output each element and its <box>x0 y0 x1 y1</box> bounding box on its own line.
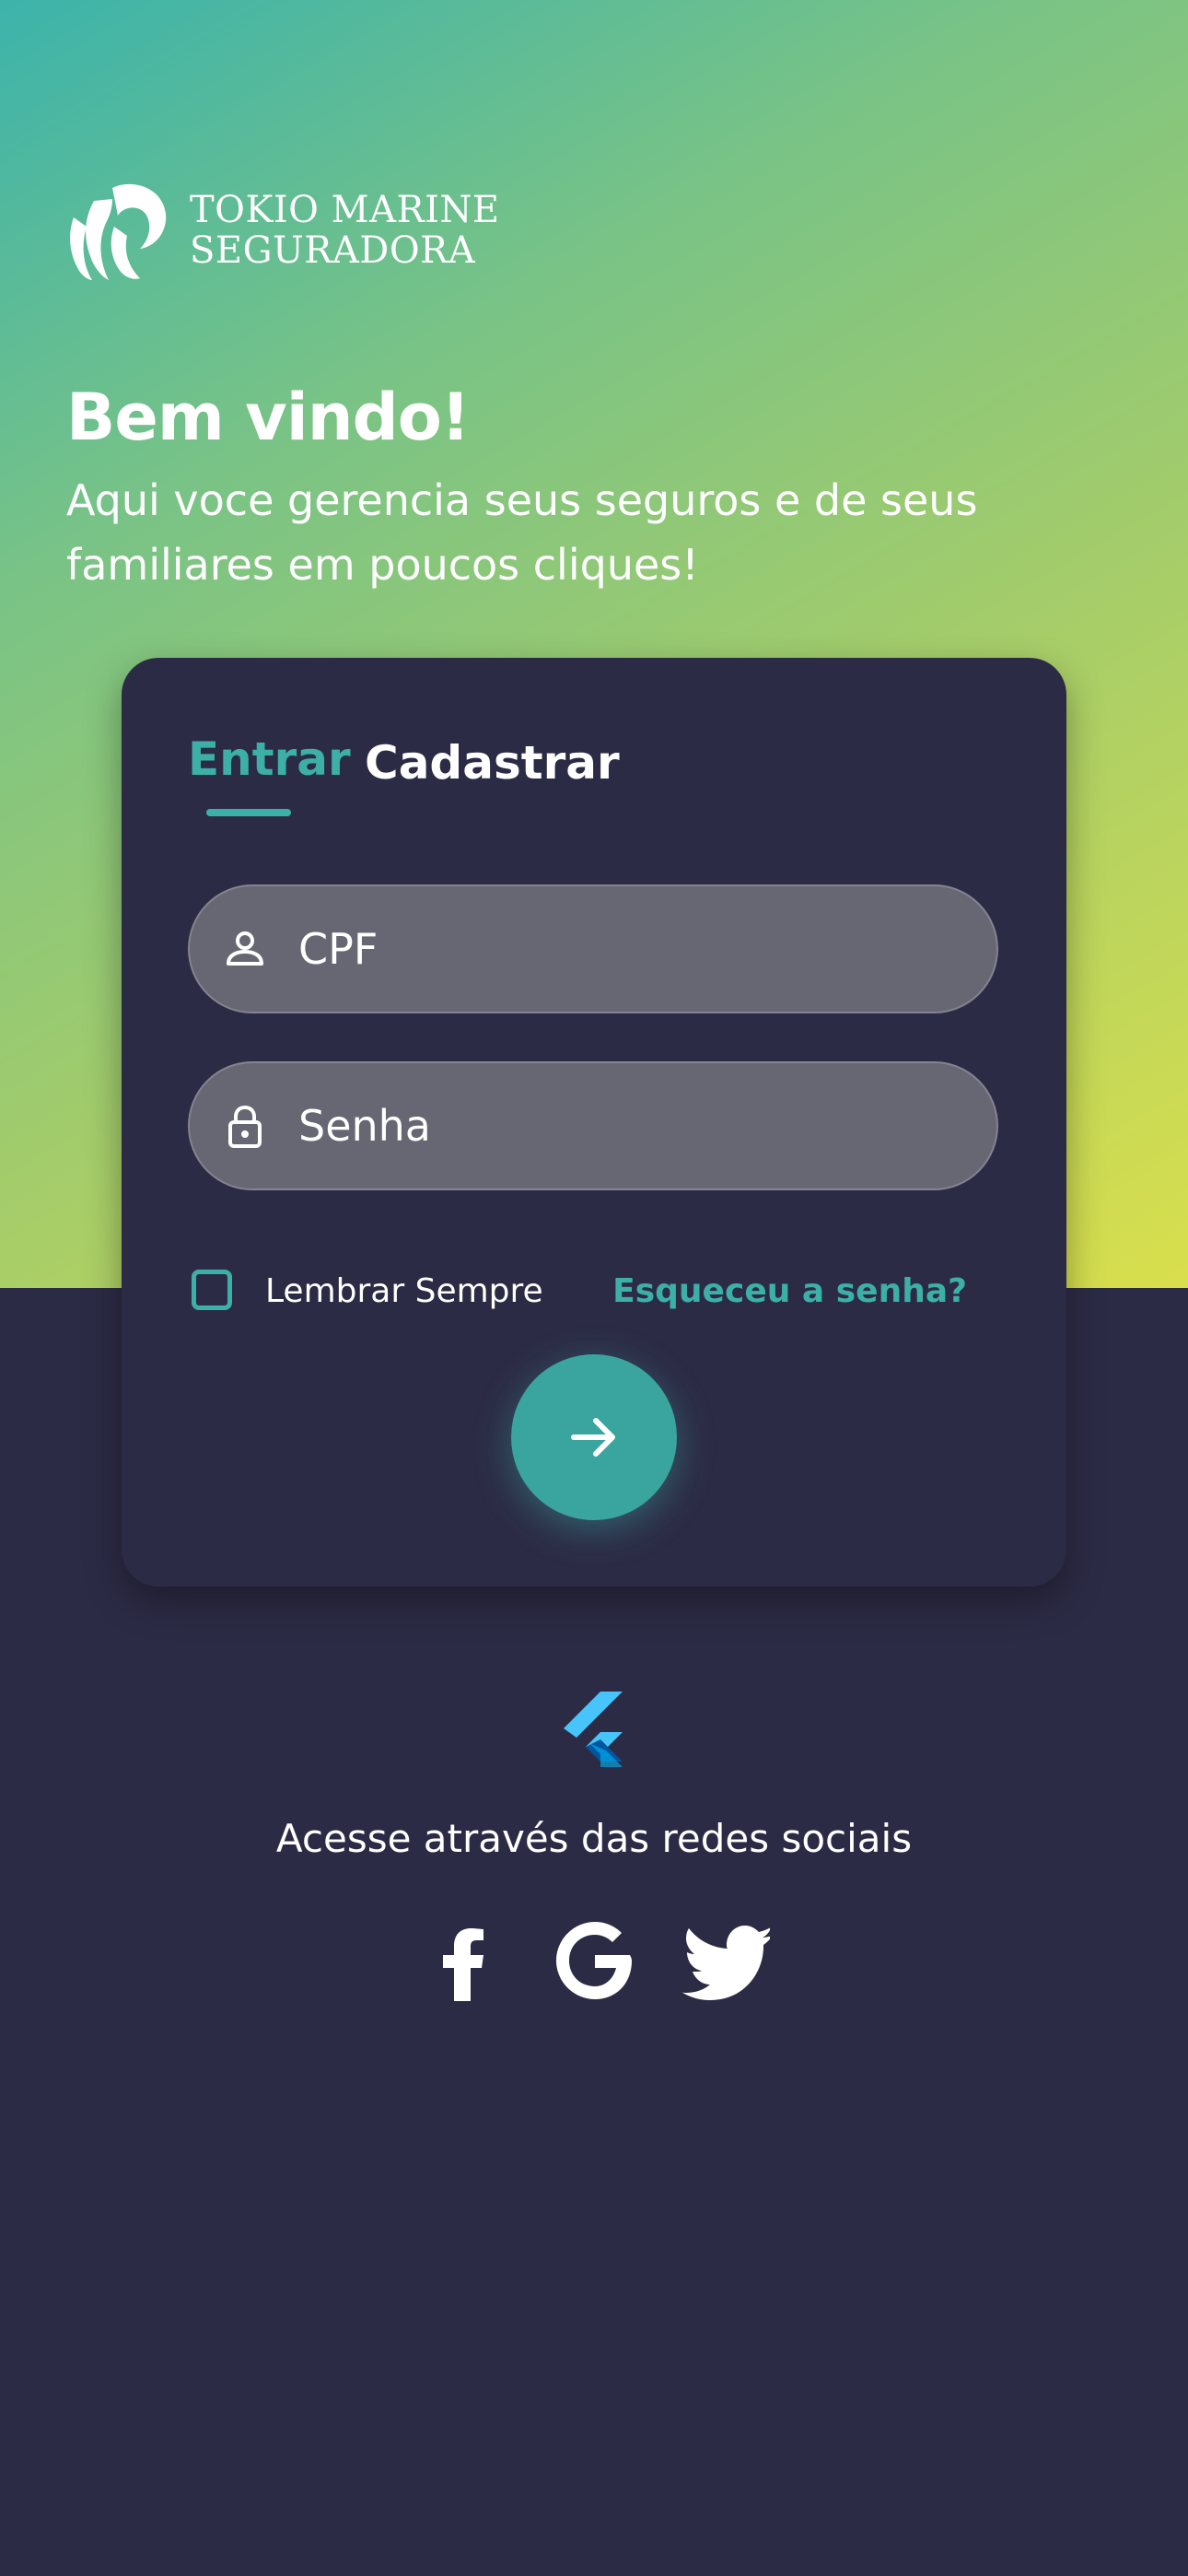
twitter-icon[interactable] <box>681 1916 770 2005</box>
cpf-field[interactable] <box>188 884 998 1013</box>
brand-name-line2: SEGURADORA <box>190 229 476 272</box>
welcome-subtitle: Aqui voce gerencia seus seguros e de seu… <box>66 475 978 590</box>
google-icon[interactable] <box>551 1916 639 2005</box>
tab-cadastrar[interactable]: Cadastrar <box>365 735 620 790</box>
auth-card: Entrar Cadastrar Lembrar Sempre Esqueceu… <box>122 658 1066 1587</box>
brand-wordmark: TOKIO MARINE SEGURADORA <box>190 190 500 271</box>
lock-icon <box>228 1105 262 1148</box>
flutter-logo-icon <box>564 1692 623 1767</box>
submit-button[interactable] <box>511 1354 677 1520</box>
forgot-password-link[interactable]: Esqueceu a senha? <box>612 1271 967 1312</box>
arrow-right-icon <box>571 1418 615 1457</box>
remember-label: Lembrar Sempre <box>265 1272 543 1310</box>
tab-entrar[interactable]: Entrar <box>188 732 351 787</box>
person-icon <box>227 931 263 966</box>
social-caption: Acesse através das redes sociais <box>275 1816 913 1861</box>
cpf-input[interactable] <box>298 886 961 1012</box>
active-tab-indicator <box>206 809 291 816</box>
brand-name-line1: TOKIO MARINE <box>190 189 500 231</box>
password-field[interactable] <box>188 1061 998 1190</box>
facebook-icon[interactable] <box>419 1916 507 2005</box>
remember-checkbox[interactable] <box>192 1270 232 1310</box>
tokio-marine-logo-mark <box>70 183 167 280</box>
welcome-title: Bem vindo! <box>66 380 471 455</box>
brand-logo: TOKIO MARINE SEGURADORA <box>66 181 499 282</box>
password-input[interactable] <box>298 1063 961 1188</box>
